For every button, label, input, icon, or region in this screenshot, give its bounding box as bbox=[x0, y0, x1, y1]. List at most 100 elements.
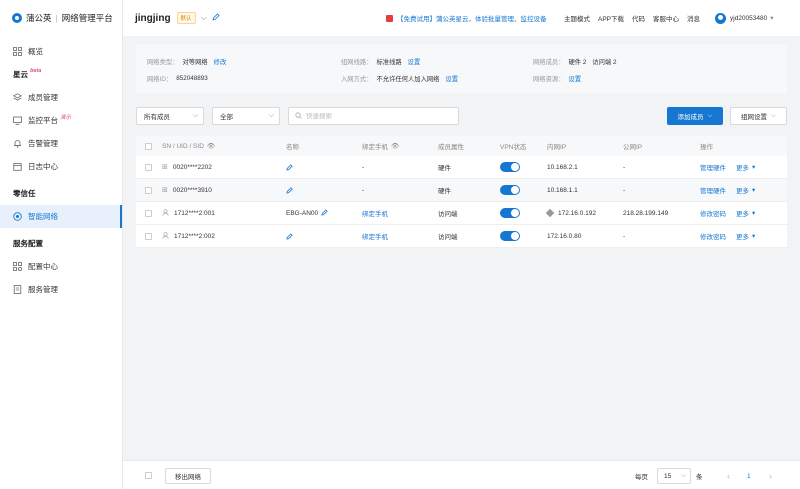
col-attr: 成员属性 bbox=[438, 136, 464, 156]
row-id-cell: 1712****2:001 bbox=[162, 202, 215, 224]
row-id: 1712****2:001 bbox=[174, 209, 215, 217]
vpn-toggle[interactable] bbox=[500, 225, 520, 247]
sidebar-item-smart-network[interactable]: 智能网络 bbox=[0, 205, 122, 228]
sidebar-item-monitor[interactable]: 监控平台 演示 bbox=[0, 109, 122, 132]
manage-hardware-link[interactable]: 管理硬件 bbox=[700, 156, 726, 178]
edit-name-icon[interactable] bbox=[321, 208, 328, 218]
more-dropdown[interactable]: 更多 ▾ bbox=[736, 202, 755, 224]
change-password-link[interactable]: 修改密码 bbox=[700, 225, 726, 247]
change-password-link[interactable]: 修改密码 bbox=[700, 202, 726, 224]
set-link-link[interactable]: 设置 bbox=[408, 57, 421, 66]
header-link-messages[interactable]: 消息 bbox=[687, 13, 700, 23]
column-header: 公网IP bbox=[623, 144, 643, 151]
edit-icon[interactable] bbox=[212, 13, 220, 23]
more-dropdown[interactable]: 更多 ▾ bbox=[736, 156, 755, 178]
page-number[interactable]: 1 bbox=[747, 469, 751, 483]
info-label: 网络类型： bbox=[147, 59, 179, 66]
sidebar-item-config-center[interactable]: 配置中心 bbox=[0, 255, 122, 278]
chevron-down-icon: ⌵ bbox=[681, 472, 686, 479]
next-page-button[interactable]: › bbox=[769, 469, 772, 483]
vpn-toggle[interactable] bbox=[500, 179, 520, 201]
promo-banner[interactable]: 【免费试用】蒲公英星云，体验批量管理、监控设备 bbox=[386, 13, 547, 23]
sidebar-item-label: 概览 bbox=[28, 47, 43, 56]
per-page-select[interactable]: 15 ⌵ bbox=[657, 468, 691, 484]
row-attr: 硬件 bbox=[438, 188, 451, 195]
row-attr: 访问端 bbox=[438, 234, 458, 241]
layers-icon bbox=[13, 93, 22, 102]
members-table: SN / UID / SID 👁 名称 绑定手机 👁 成员属性 VPN状态 内网… bbox=[136, 136, 787, 248]
header-link-support[interactable]: 客服中心 bbox=[653, 13, 679, 23]
table-row: 1712****2:002 绑定手机 访问端 172.16.0.80 - 修改密… bbox=[136, 225, 787, 248]
router-icon: ⊞ bbox=[162, 187, 168, 194]
more-dropdown[interactable]: 更多 ▾ bbox=[736, 225, 755, 247]
footer-select-all-checkbox[interactable] bbox=[145, 472, 152, 479]
header-link-app[interactable]: APP下载 bbox=[598, 13, 624, 23]
more-label: 更多 bbox=[736, 165, 749, 172]
sidebar-group-title: 服务配置 bbox=[13, 239, 43, 248]
row-id-cell: ⊞ 0020****3910 bbox=[162, 179, 212, 201]
table-row: ⊞ 0020****2202 - 硬件 10.168.2.1 - 管理硬件 更多… bbox=[136, 156, 787, 179]
row-id: 0020****3910 bbox=[172, 186, 212, 194]
bind-phone-link[interactable]: 绑定手机 bbox=[362, 202, 388, 224]
set-join-link[interactable]: 设置 bbox=[445, 74, 458, 83]
vpn-toggle[interactable] bbox=[500, 202, 520, 224]
row-checkbox[interactable] bbox=[145, 179, 152, 201]
chevron-down-icon[interactable]: ⌵ bbox=[201, 13, 207, 23]
table-footer: 移出网络 每页 15 ⌵ 条 ‹ 1 › bbox=[123, 460, 800, 489]
edit-network-type-link[interactable]: 修改 bbox=[214, 57, 227, 66]
sidebar-item-logs[interactable]: 日志中心 bbox=[0, 155, 122, 178]
sidebar: 蒲公英 | 网络管理平台 概览 星云 beta 成员管理 监控平台 演示 告警管… bbox=[0, 0, 123, 489]
search-input[interactable] bbox=[306, 112, 446, 120]
header-link-code[interactable]: 代码 bbox=[632, 13, 645, 23]
eye-icon[interactable]: 👁 bbox=[207, 142, 215, 150]
more-dropdown[interactable]: 更多 ▾ bbox=[736, 179, 755, 201]
row-name: EBG-AN00 bbox=[286, 209, 319, 217]
network-name[interactable]: jingjing bbox=[135, 13, 171, 24]
eye-icon[interactable]: 👁 bbox=[391, 142, 399, 150]
row-wan-ip: - bbox=[623, 163, 626, 171]
set-resources-link[interactable]: 设置 bbox=[568, 74, 581, 83]
edit-name-icon[interactable] bbox=[286, 179, 293, 201]
group-settings-button[interactable]: 组网设置 ⌵ bbox=[730, 107, 787, 125]
header-link-theme[interactable]: 主题模式 bbox=[564, 13, 590, 23]
sidebar-item-overview[interactable]: 概览 bbox=[0, 40, 122, 63]
row-attr: 访问端 bbox=[438, 211, 458, 218]
sidebar-item-alerts[interactable]: 告警管理 bbox=[0, 132, 122, 155]
info-value: 不允许任何人加入网络 bbox=[376, 76, 440, 83]
column-header: SN / UID / SID bbox=[162, 142, 204, 150]
info-value: 对等网络 bbox=[182, 59, 208, 66]
network-icon bbox=[13, 212, 22, 221]
row-checkbox[interactable] bbox=[145, 202, 152, 224]
caret-down-icon: ▾ bbox=[752, 210, 756, 217]
demo-badge: 演示 bbox=[60, 114, 72, 121]
type-filter-select[interactable]: 全部 ⌵ bbox=[212, 107, 280, 125]
col-lan-ip: 内网IP bbox=[547, 136, 566, 156]
sidebar-group-zerotrust: 零信任 bbox=[0, 182, 122, 205]
member-filter-select[interactable]: 所有成员 ⌵ bbox=[136, 107, 204, 125]
remove-from-network-button[interactable]: 移出网络 bbox=[165, 468, 211, 484]
col-action: 操作 bbox=[700, 136, 713, 156]
sidebar-item-members[interactable]: 成员管理 bbox=[0, 86, 122, 109]
select-all-checkbox[interactable] bbox=[145, 136, 152, 156]
user-menu[interactable]: yjd20053480 ▾ bbox=[715, 12, 774, 24]
row-checkbox[interactable] bbox=[145, 156, 152, 178]
column-header: 绑定手机 bbox=[362, 144, 388, 151]
network-info-card: 网络类型： 对等网络 修改 网络ID： 852048893 组网线路： 标准线路… bbox=[136, 44, 787, 94]
bind-phone-link[interactable]: 绑定手机 bbox=[362, 225, 388, 247]
edit-name-icon[interactable] bbox=[286, 156, 293, 178]
sidebar-item-service-management[interactable]: 服务管理 bbox=[0, 278, 122, 301]
bell-icon bbox=[13, 139, 22, 148]
add-member-button[interactable]: 添加成员 ⌵ bbox=[667, 107, 723, 125]
brand[interactable]: 蒲公英 | 网络管理平台 bbox=[0, 0, 122, 36]
manage-hardware-link[interactable]: 管理硬件 bbox=[700, 179, 726, 201]
edit-name-icon[interactable] bbox=[286, 225, 293, 247]
row-lan-ip: 10.168.2.1 bbox=[547, 163, 578, 171]
caret-down-icon: ▾ bbox=[752, 164, 756, 171]
row-checkbox[interactable] bbox=[145, 225, 152, 247]
table-row: 1712****2:001 EBG-AN00 绑定手机 访问端 172.16.0… bbox=[136, 202, 787, 225]
prev-page-button[interactable]: ‹ bbox=[727, 469, 730, 483]
info-label: 组网线路： bbox=[341, 59, 373, 66]
col-wan-ip: 公网IP bbox=[623, 136, 642, 156]
row-lan-ip: 10.168.1.1 bbox=[547, 186, 578, 194]
vpn-toggle[interactable] bbox=[500, 156, 520, 178]
